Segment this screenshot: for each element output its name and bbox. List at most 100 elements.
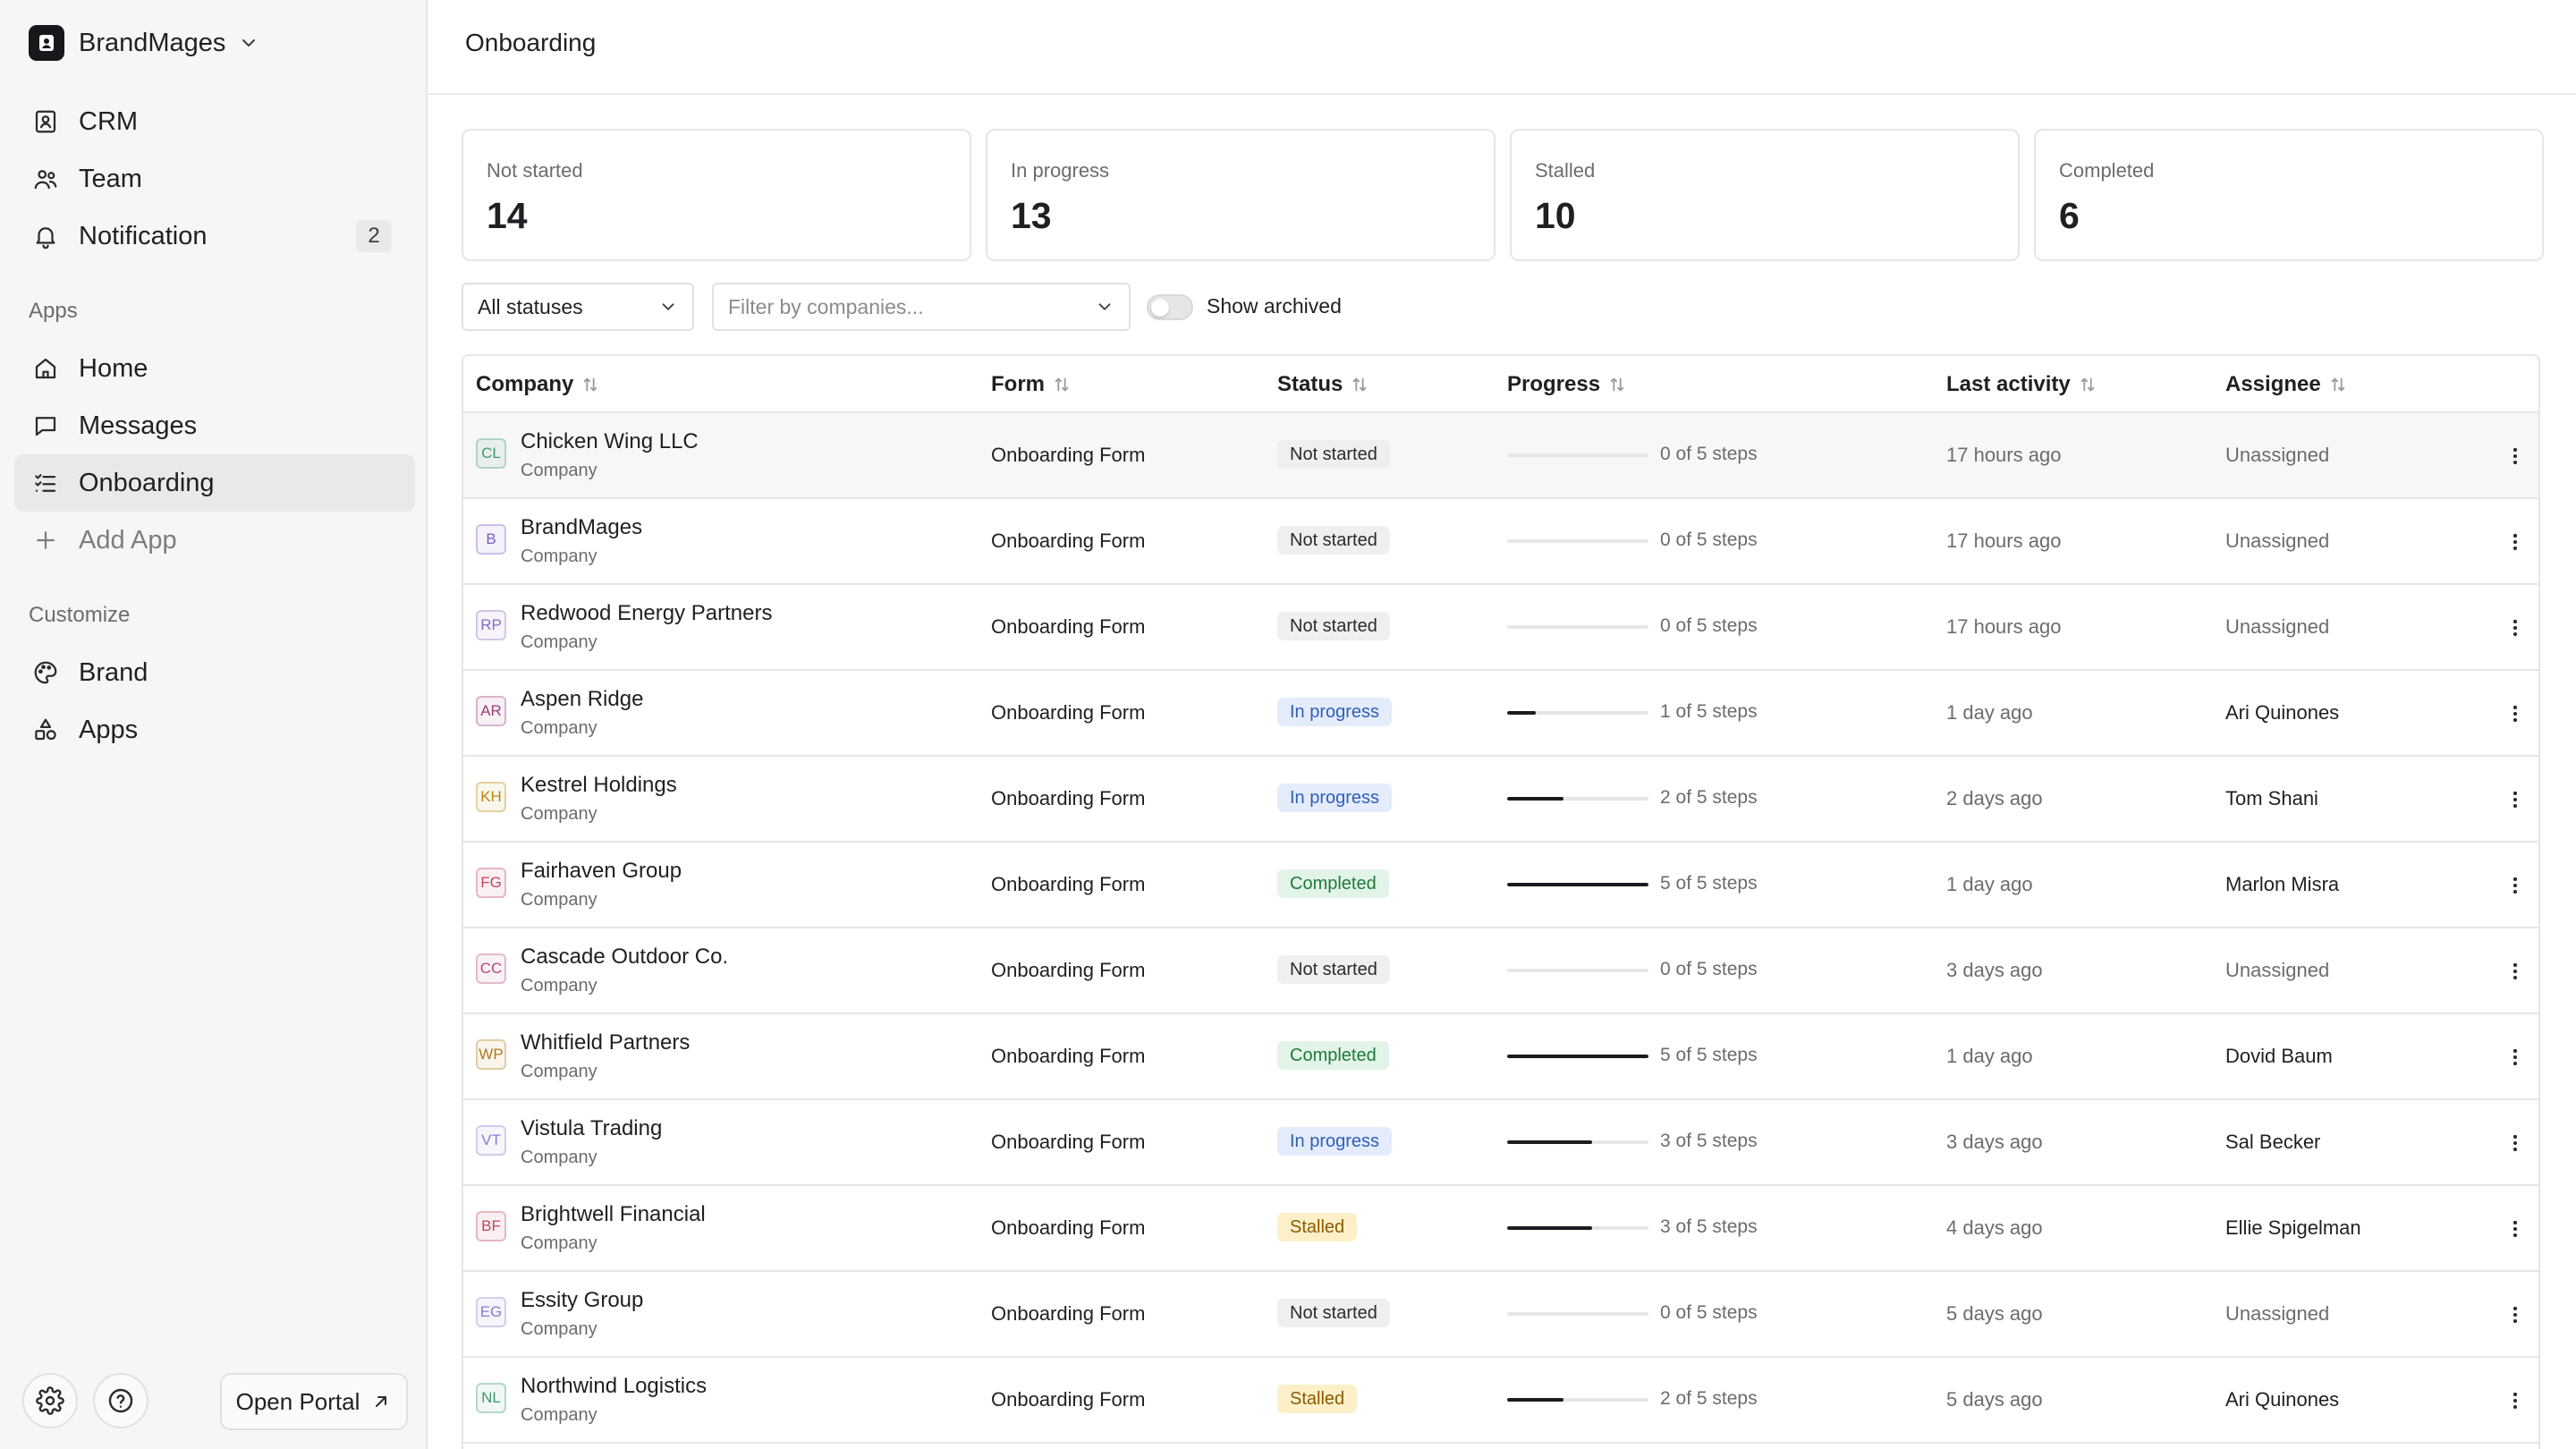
row-actions-button[interactable] (2501, 1127, 2529, 1159)
sidebar-item-onboarding[interactable]: Onboarding (14, 454, 415, 512)
company-type: Company (521, 718, 597, 738)
table-row[interactable]: AR Aspen Ridge Company Onboarding Form In pr… (463, 671, 2538, 757)
assignee[interactable]: Unassigned (2225, 959, 2329, 982)
column-header-form[interactable]: Form (991, 372, 1072, 397)
company-name[interactable]: Aspen Ridge (521, 687, 643, 712)
status-badge: In progress (1277, 698, 1393, 726)
table-row[interactable]: BF Brightwell Financial Company Onboarding … (463, 1186, 2538, 1272)
row-actions-button[interactable] (2501, 1299, 2529, 1331)
form-name[interactable]: Onboarding Form (991, 701, 1145, 724)
form-name[interactable]: Onboarding Form (991, 1302, 1145, 1326)
assignee[interactable]: Ari Quinones (2225, 1388, 2339, 1411)
table-row[interactable]: CL Chicken Wing LLC Company Onboarding Form… (463, 413, 2538, 499)
sidebar-item-notification[interactable]: Notification 2 (14, 208, 415, 265)
company-filter-select[interactable]: Filter by companies... (712, 283, 1131, 331)
progress-steps: 2 of 5 steps (1660, 787, 1758, 808)
sidebar-item-add-app[interactable]: Add App (14, 512, 415, 569)
assignee[interactable]: Marlon Misra (2225, 873, 2339, 896)
form-name[interactable]: Onboarding Form (991, 1216, 1145, 1240)
column-header-progress[interactable]: Progress (1507, 372, 1627, 397)
workspace-switcher[interactable]: BrandMages (29, 25, 259, 61)
sidebar-item-brand[interactable]: Brand (14, 644, 415, 701)
row-actions-button[interactable] (2501, 1041, 2529, 1073)
assignee[interactable]: Ari Quinones (2225, 701, 2339, 724)
form-name[interactable]: Onboarding Form (991, 873, 1145, 896)
form-name[interactable]: Onboarding Form (991, 444, 1145, 467)
row-actions-button[interactable] (2501, 526, 2529, 558)
status-badge: Not started (1277, 612, 1390, 640)
form-name[interactable]: Onboarding Form (991, 787, 1145, 810)
summary-card-value: 10 (1535, 195, 1576, 236)
help-button[interactable] (93, 1373, 148, 1428)
row-actions-button[interactable] (2501, 784, 2529, 816)
status-filter-select[interactable]: All statuses (462, 283, 694, 331)
last-activity: 4 days ago (1946, 1216, 2043, 1239)
row-actions-button[interactable] (2501, 440, 2529, 472)
company-type: Company (521, 1233, 597, 1253)
row-actions-button[interactable] (2501, 612, 2529, 644)
summary-card-in-progress: In progress 13 (986, 129, 1496, 261)
sidebar-item-crm[interactable]: CRM (14, 93, 415, 150)
form-name[interactable]: Onboarding Form (991, 1045, 1145, 1068)
status-filter-value: All statuses (478, 294, 583, 318)
form-name[interactable]: Onboarding Form (991, 530, 1145, 553)
form-name[interactable]: Onboarding Form (991, 959, 1145, 982)
status-badge: Stalled (1277, 1385, 1358, 1413)
progress-steps: 3 of 5 steps (1660, 1216, 1758, 1237)
assignee[interactable]: Unassigned (2225, 1302, 2329, 1326)
company-name[interactable]: Brightwell Financial (521, 1202, 706, 1227)
table-row[interactable]: KH Kestrel Holdings Company Onboarding Form… (463, 757, 2538, 843)
row-actions-button[interactable] (2501, 1385, 2529, 1417)
assignee[interactable]: Unassigned (2225, 444, 2329, 467)
table-row[interactable]: B BrandMages Company Onboarding Form Not sta… (463, 499, 2538, 585)
table-row[interactable]: FG Fairhaven Group Company Onboarding Form C… (463, 843, 2538, 928)
open-portal-button[interactable]: Open Portal (220, 1373, 408, 1430)
company-name[interactable]: Essity Group (521, 1288, 643, 1313)
company-name[interactable]: Whitfield Partners (521, 1030, 690, 1055)
row-actions-button[interactable] (2501, 869, 2529, 902)
column-header-last-activity[interactable]: Last activity (1946, 372, 2097, 397)
table-row[interactable]: CC Cascade Outdoor Co. Company Onboarding F… (463, 928, 2538, 1014)
column-header-assignee[interactable]: Assignee (2225, 372, 2348, 397)
table-row[interactable]: EG Essity Group Company Onboarding Form Not … (463, 1272, 2538, 1358)
settings-button[interactable] (22, 1373, 78, 1428)
company-name[interactable]: Northwind Logistics (521, 1374, 707, 1399)
assignee[interactable]: Tom Shani (2225, 787, 2318, 810)
assignee[interactable]: Unassigned (2225, 615, 2329, 639)
sidebar-item-messages[interactable]: Messages (14, 397, 415, 454)
sidebar-item-label: Onboarding (79, 468, 215, 497)
row-actions-button[interactable] (2501, 698, 2529, 730)
table-row[interactable]: WP Whitfield Partners Company Onboarding Fo… (463, 1014, 2538, 1100)
form-name[interactable]: Onboarding Form (991, 1131, 1145, 1154)
progress-bar (1507, 453, 1648, 457)
column-header-status[interactable]: Status (1277, 372, 1369, 397)
row-actions-button[interactable] (2501, 1213, 2529, 1245)
company-name[interactable]: BrandMages (521, 515, 642, 540)
sidebar-item-home[interactable]: Home (14, 340, 415, 397)
show-archived-toggle[interactable] (1147, 294, 1193, 320)
progress-bar-fill (1507, 711, 1536, 715)
company-name[interactable]: Fairhaven Group (521, 859, 682, 884)
table-row[interactable]: NL Northwind Logistics Company Onboarding F… (463, 1358, 2538, 1444)
column-header-company[interactable]: Company (476, 372, 600, 397)
assignee[interactable]: Unassigned (2225, 530, 2329, 553)
form-name[interactable]: Onboarding Form (991, 615, 1145, 639)
form-name[interactable]: Onboarding Form (991, 1388, 1145, 1411)
assignee[interactable]: Ellie Spigelman (2225, 1216, 2361, 1240)
sidebar-item-team[interactable]: Team (14, 150, 415, 208)
company-name[interactable]: Chicken Wing LLC (521, 429, 699, 454)
table-row[interactable]: VT Vistula Trading Company Onboarding Form I… (463, 1100, 2538, 1186)
assignee[interactable]: Sal Becker (2225, 1131, 2320, 1154)
table-row[interactable]: RP Redwood Energy Partners Company Onboardi… (463, 585, 2538, 671)
sidebar-item-apps[interactable]: Apps (14, 701, 415, 758)
summary-card-label: Stalled (1535, 159, 1596, 182)
company-name[interactable]: Vistula Trading (521, 1116, 662, 1141)
last-activity: 1 day ago (1946, 701, 2033, 724)
assignee[interactable]: Dovid Baum (2225, 1045, 2333, 1068)
progress-steps: 0 of 5 steps (1660, 959, 1758, 979)
company-name[interactable]: Redwood Energy Partners (521, 601, 772, 626)
row-actions-button[interactable] (2501, 955, 2529, 987)
last-activity: 17 hours ago (1946, 530, 2062, 552)
company-name[interactable]: Kestrel Holdings (521, 773, 677, 798)
company-name[interactable]: Cascade Outdoor Co. (521, 945, 728, 970)
